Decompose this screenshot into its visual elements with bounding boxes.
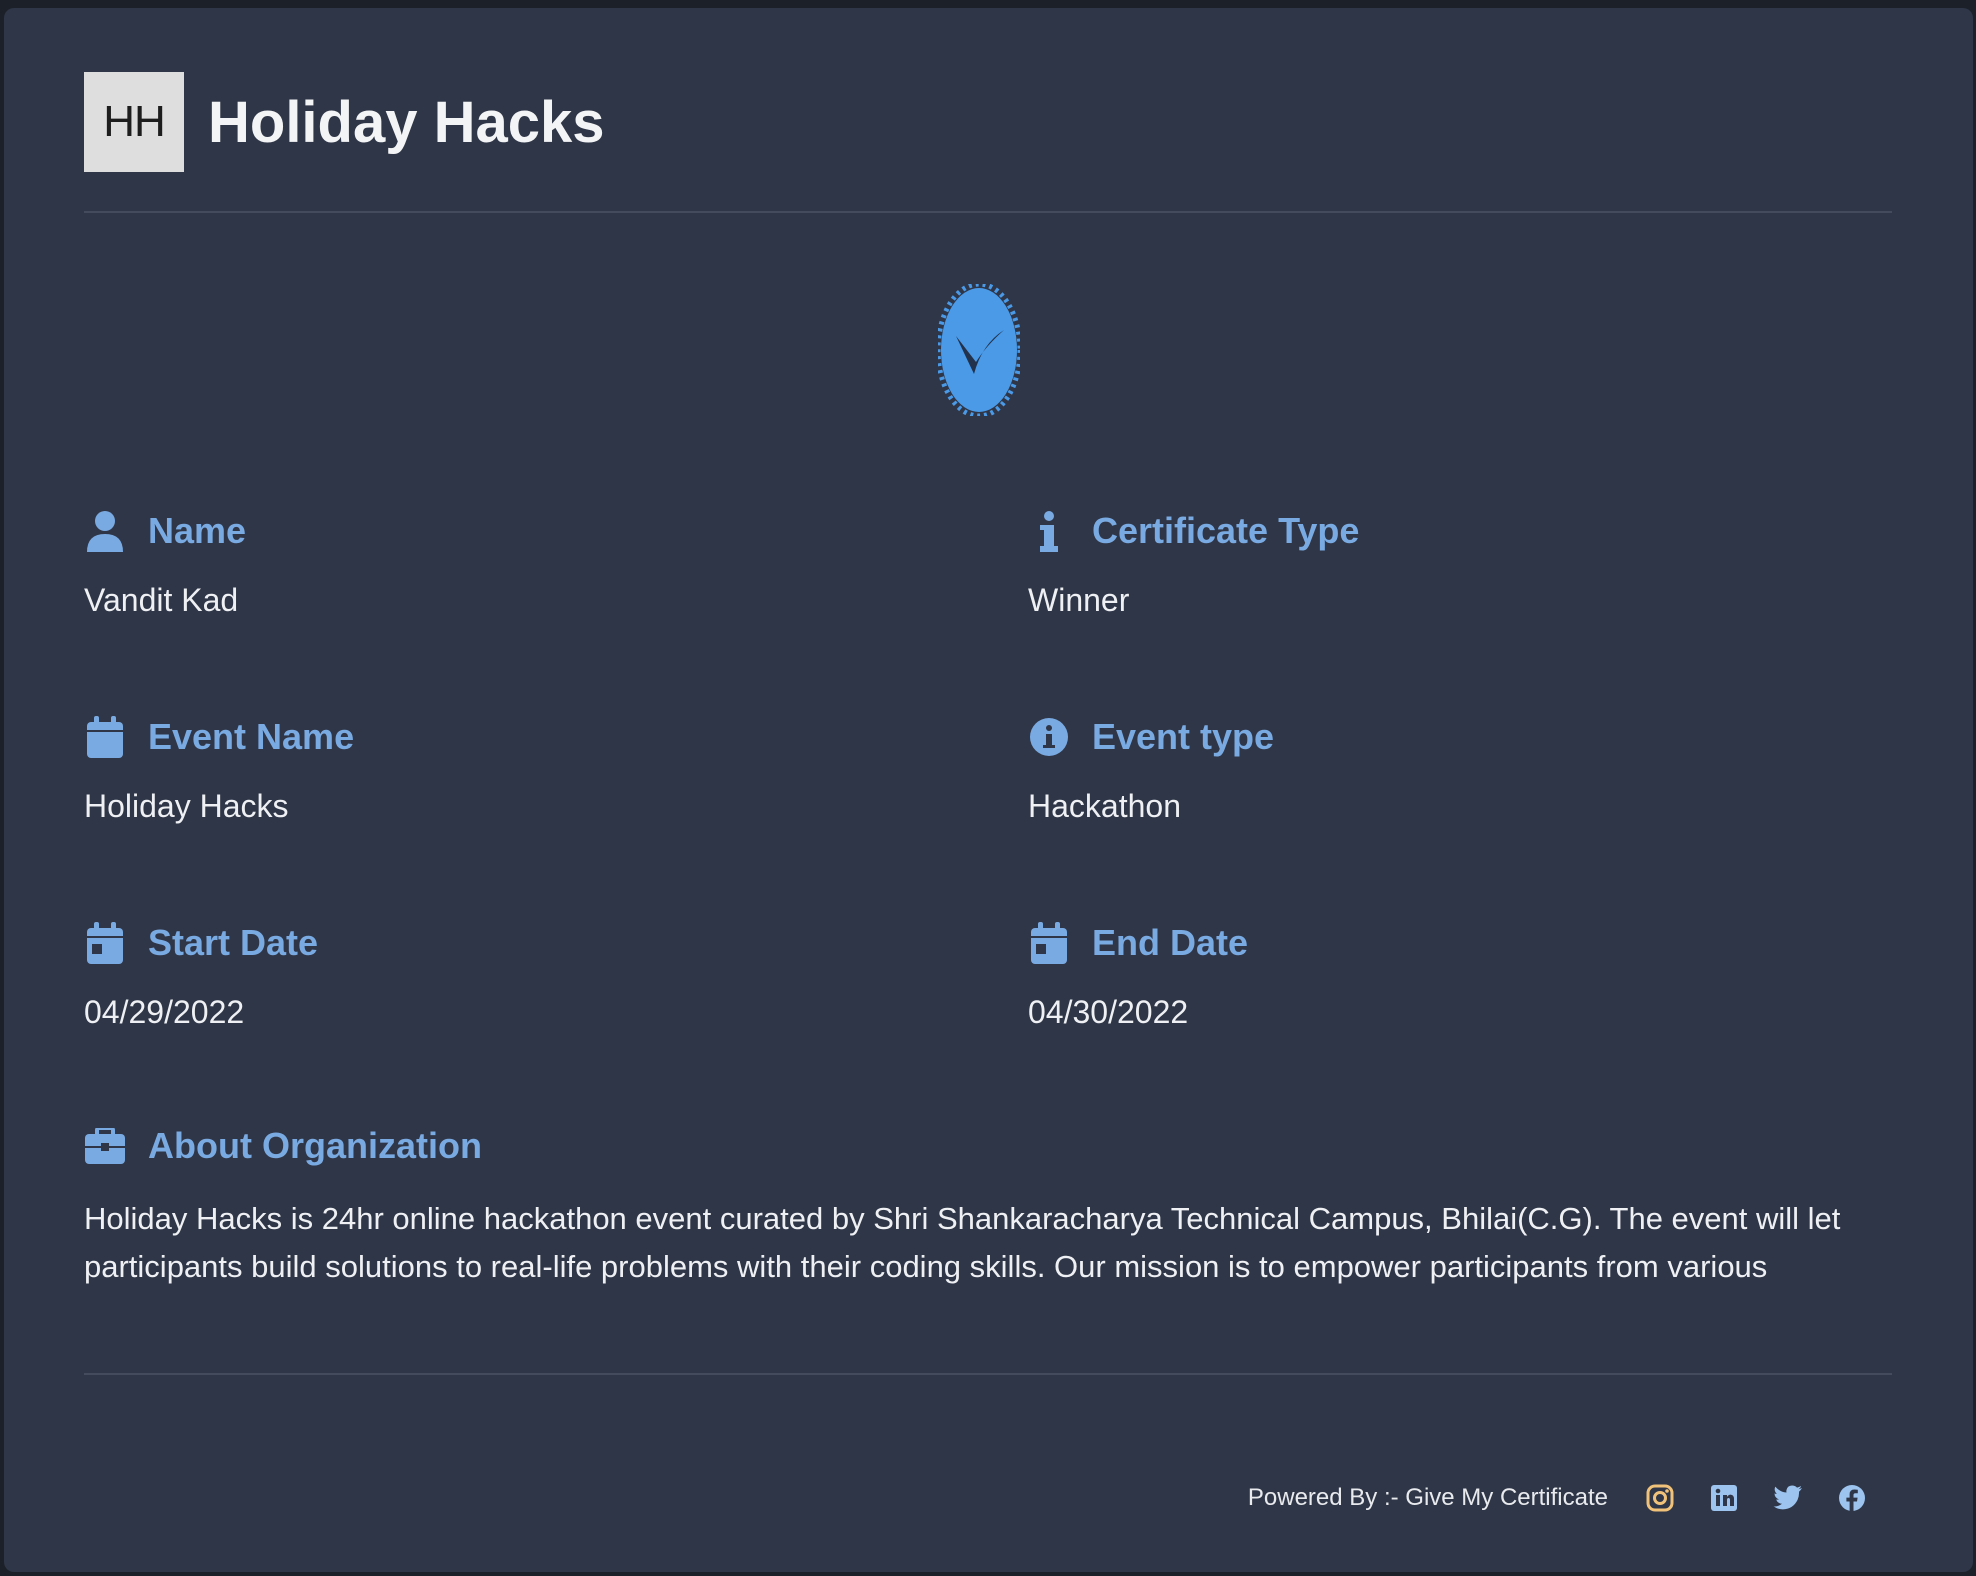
field-label: Name <box>148 510 247 551</box>
field-label: Start Date <box>148 922 319 963</box>
field-value-about: Holiday Hacks is 24hr online hackathon e… <box>84 1201 1841 1284</box>
verified-badge-icon <box>938 284 1020 416</box>
field-about-organization: About Organization Holiday Hacks is 24hr… <box>84 1123 1904 1291</box>
linkedin-icon[interactable] <box>1692 1480 1756 1516</box>
footer: Powered By :- Give My Certificate <box>1204 1478 1884 1518</box>
field-event-name: Event Name Holiday Hacks <box>84 714 944 825</box>
field-event-type: Event type Hackathon <box>1028 714 1888 825</box>
user-icon <box>84 510 126 552</box>
header: HH Holiday Hacks <box>84 72 605 172</box>
certificate-card: HH Holiday Hacks Name Vandit Kad Certifi… <box>4 8 1973 1572</box>
field-value-end-date: 04/30/2022 <box>1028 994 1189 1030</box>
powered-by-text: Powered By :- Give My Certificate <box>1247 1484 1608 1511</box>
field-value-event-name: Holiday Hacks <box>84 788 289 824</box>
briefcase-icon <box>84 1125 126 1167</box>
facebook-icon[interactable] <box>1820 1480 1884 1516</box>
instagram-icon[interactable] <box>1628 1480 1692 1516</box>
field-label: About Organization <box>148 1125 482 1166</box>
field-value-name: Vandit Kad <box>84 582 239 618</box>
calendar-day-icon <box>84 922 126 964</box>
field-label: Event type <box>1092 716 1275 757</box>
field-label: Certificate Type <box>1092 510 1360 551</box>
footer-divider <box>84 1373 1892 1375</box>
field-name: Name Vandit Kad <box>84 508 944 619</box>
calendar-icon <box>84 716 126 758</box>
field-end-date: End Date 04/30/2022 <box>1028 920 1888 1031</box>
field-start-date: Start Date 04/29/2022 <box>84 920 944 1031</box>
field-value-event-type: Hackathon <box>1028 788 1181 824</box>
field-certificate-type: Certificate Type Winner <box>1028 508 1888 619</box>
field-label: Event Name <box>148 716 355 757</box>
twitter-icon[interactable] <box>1756 1480 1820 1516</box>
calendar-day-icon <box>1028 922 1070 964</box>
field-value-certificate-type: Winner <box>1028 582 1130 618</box>
organization-logo: HH <box>84 72 184 172</box>
info-circle-icon <box>1028 716 1070 758</box>
info-icon <box>1028 510 1070 552</box>
field-label: End Date <box>1092 922 1249 963</box>
page-title: Holiday Hacks <box>208 89 605 155</box>
field-value-start-date: 04/29/2022 <box>84 994 245 1030</box>
header-divider <box>84 211 1892 213</box>
